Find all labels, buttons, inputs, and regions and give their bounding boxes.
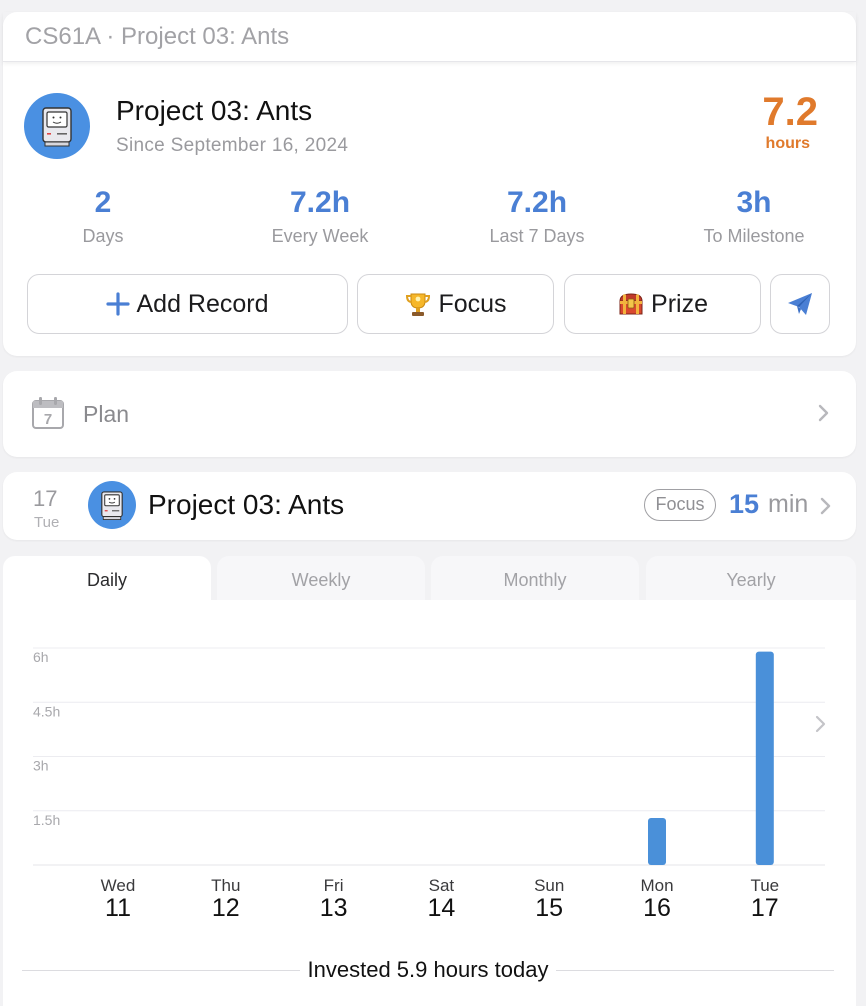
prize-label: Prize [651,289,708,318]
record-weekday: Tue [34,514,60,531]
y-tick-label: 4.5h [33,703,60,719]
total-hours-unit: hours [765,135,810,152]
stat-value: 2 [94,186,112,219]
share-button[interactable] [770,274,830,334]
record-duration-unit: min [768,490,809,518]
prize-button[interactable]: Prize [564,274,761,334]
record-avatar [88,481,136,529]
tab-monthly[interactable]: Monthly [431,556,639,602]
project-card: CS61A · Project 03: Ants Project 03: Ant… [3,12,856,356]
x-tick-weekday: Tue [750,876,779,895]
bar-mon-16[interactable] [648,817,666,865]
plan-row[interactable]: 7 Plan [3,371,856,457]
plan-label: Plan [83,401,130,427]
stat-days: 2 Days [3,186,203,247]
classic-mac-icon [101,491,123,520]
project-name: Project 03: Ants [116,95,313,126]
x-tick-day: 17 [751,894,779,922]
x-tick-weekday: Thu [211,876,240,895]
x-tick-day: 16 [643,894,671,922]
x-tick-weekday: Sun [534,876,564,895]
record-duration-value: 15 [729,489,760,519]
paper-plane-icon [788,293,812,315]
chevron-right-icon [818,404,829,422]
x-tick-day: 14 [427,894,455,922]
footer-summary: Invested 5.9 hours today [0,957,856,983]
y-tick-label: 6h [33,649,49,665]
trophy-icon [406,293,431,316]
stat-value: 3h [736,186,772,219]
record-project-name: Project 03: Ants [148,489,345,520]
x-tick-day: 13 [320,894,348,922]
project-since-date: Since September 16, 2024 [116,135,349,156]
daily-chart-panel: 6h 4.5h 3h 1.5h Wed 11 Thu 12 Fri 13 Sat 14 Sun 15 Mo… [3,600,856,1006]
y-tick-label: 3h [33,758,49,774]
stat-label: Last 7 Days [489,226,585,246]
chevron-right-icon [820,497,831,515]
x-tick-day: 11 [105,894,131,922]
stat-label: Every Week [271,226,369,246]
plus-icon [106,292,131,316]
classic-mac-icon [42,107,72,147]
add-record-label: Add Record [136,289,269,318]
record-type-badge: Focus [644,489,716,521]
total-hours-value: 7.2 [762,90,818,134]
stat-to-milestone: 3h To Milestone [654,186,854,247]
daily-bar-chart: 6h 4.5h 3h 1.5h Wed11 Thu12 Fri13 Sat14 Sun15 Mo… [33,647,826,922]
invested-today-text: Invested 5.9 hours today [299,957,557,982]
record-day: 17 [33,486,58,511]
focus-label: Focus [438,289,507,318]
tab-weekly[interactable]: Weekly [217,556,425,602]
tab-yearly[interactable]: Yearly [646,556,856,602]
record-row[interactable]: 17 Tue Project 03: Ants Focus 15 min [3,472,856,540]
window-title: CS61A · Project 03: Ants [25,23,290,50]
calendar-icon: 7 [32,397,64,429]
stat-last-7-days: 7.2h Last 7 Days [437,186,637,247]
x-tick-weekday: Mon [640,876,673,895]
stat-every-week: 7.2h Every Week [220,186,420,247]
x-tick-weekday: Wed [101,876,136,895]
add-record-button[interactable]: Add Record [27,274,348,334]
treasure-chest-icon [619,293,643,315]
x-tick-weekday: Sat [429,876,455,895]
bar-tue-17[interactable] [755,651,774,865]
x-tick-day: 12 [212,894,240,922]
y-tick-label: 1.5h [33,812,60,828]
project-avatar [24,93,90,159]
x-tick-day: 15 [535,894,563,922]
focus-button[interactable]: Focus [357,274,554,334]
x-tick-weekday: Fri [324,876,344,895]
chevron-right-icon[interactable] [815,715,826,733]
stat-label: To Milestone [703,226,805,246]
stat-value: 7.2h [506,186,568,219]
window-title-bar: CS61A · Project 03: Ants [3,12,856,62]
tab-daily[interactable]: Daily [3,556,211,602]
calendar-day-number: 7 [44,411,52,428]
stat-label: Days [82,226,124,246]
stat-value: 7.2h [289,186,351,219]
